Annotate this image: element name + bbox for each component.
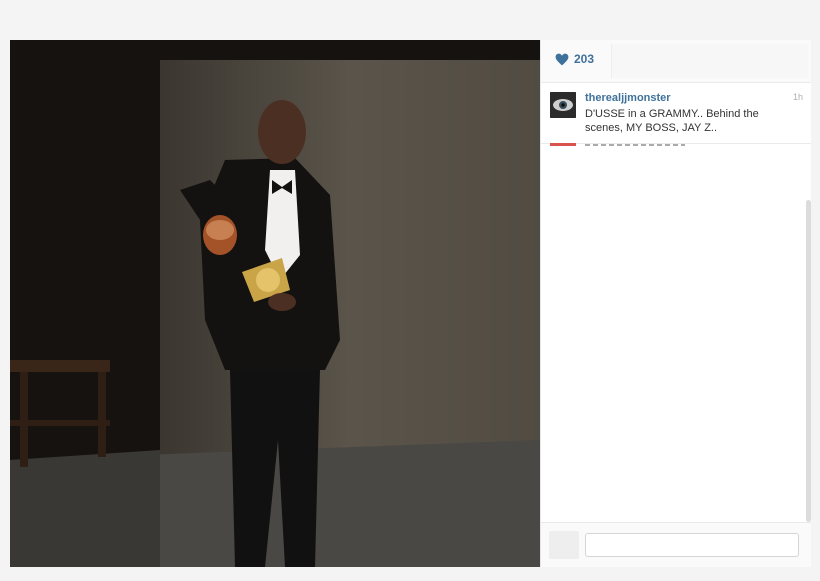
next-comment-avatar-peek [550,143,576,146]
likes-bar: 203 [541,40,811,83]
heart-icon [555,53,569,65]
caption-text: D'USSE in a GRAMMY.. Behind the scenes, … [585,108,759,134]
caption: therealjjmonster 1h D'USSE in a GRAMMY..… [541,83,811,144]
footer-like-button[interactable] [549,531,579,559]
caption-username[interactable]: therealjjmonster [585,92,671,104]
like-count: 203 [574,52,595,66]
caption-timestamp: 1h [792,92,803,102]
post-photo[interactable] [10,40,540,567]
avatar[interactable] [550,92,576,118]
post-sidebar: 203 therealjjmonster 1h D'USSE in a GRAM… [540,40,811,567]
comment-input[interactable] [585,533,799,557]
post-photo-image [10,40,540,567]
post-actions-area [611,44,808,78]
comments-scrollbar[interactable] [806,200,811,522]
comment-footer [541,522,811,567]
avatar-image [550,92,576,118]
next-comment-text-peek [585,144,685,146]
like-count-button[interactable]: 203 [555,52,594,66]
instagram-post: 203 therealjjmonster 1h D'USSE in a GRAM… [10,40,811,567]
